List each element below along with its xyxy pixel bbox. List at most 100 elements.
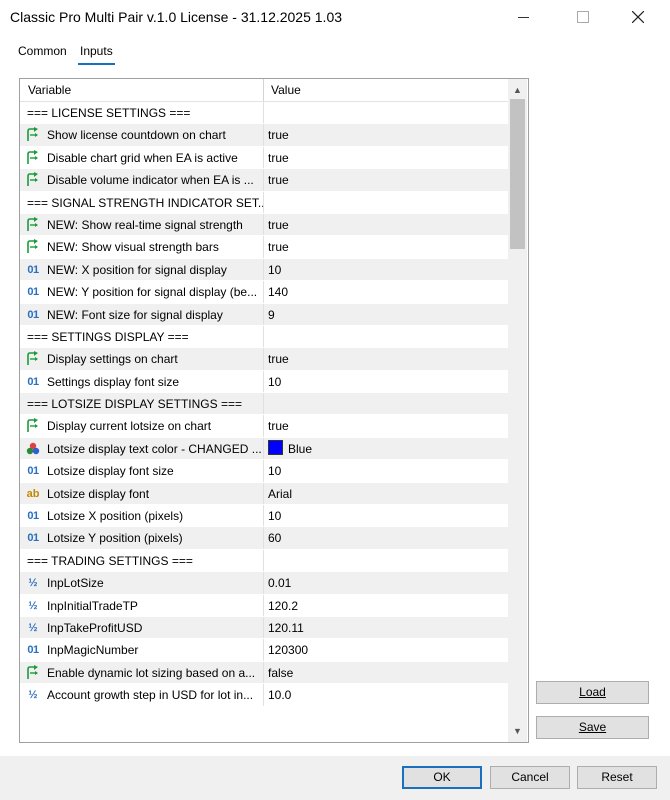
- value-cell[interactable]: true: [268, 169, 289, 191]
- table-row[interactable]: 01 Settings display font size 10: [20, 370, 508, 394]
- variable-cell: Disable chart grid when EA is active: [20, 147, 263, 168]
- value-cell[interactable]: Blue: [268, 438, 312, 460]
- variable-label: Lotsize display font: [47, 486, 150, 501]
- value-cell[interactable]: 9: [268, 304, 275, 326]
- table-row[interactable]: 01 Lotsize Y position (pixels) 60: [20, 527, 508, 550]
- table-row[interactable]: Display current lotsize on chart true: [20, 415, 508, 438]
- table-row[interactable]: 01 NEW: Font size for signal display 9: [20, 303, 508, 326]
- column-header-variable[interactable]: Variable: [28, 79, 71, 101]
- color-swatch: [268, 439, 283, 455]
- tab-common[interactable]: Common: [16, 44, 69, 63]
- vertical-scrollbar[interactable]: ▲ ▼: [508, 79, 527, 742]
- variable-cell: === TRADING SETTINGS ===: [20, 550, 263, 571]
- scroll-down-icon[interactable]: ▼: [508, 722, 527, 740]
- table-row[interactable]: 01 Lotsize display font size 10: [20, 460, 508, 483]
- table-row[interactable]: Disable volume indicator when EA is ... t…: [20, 169, 508, 192]
- section-row[interactable]: === SETTINGS DISPLAY ===: [20, 325, 508, 349]
- save-button[interactable]: Save: [536, 716, 649, 739]
- value-cell[interactable]: true: [268, 147, 289, 169]
- variable-cell: Lotsize display text color - CHANGED ...: [20, 438, 263, 459]
- variable-cell: NEW: Show real-time signal strength: [20, 214, 263, 235]
- table-row[interactable]: Enable dynamic lot sizing based on a... f…: [20, 661, 508, 685]
- column-divider: [263, 505, 264, 527]
- table-row[interactable]: 01 NEW: Y position for signal display (be…: [20, 281, 508, 304]
- variable-label: Lotsize X position (pixels): [47, 509, 184, 524]
- value-cell[interactable]: 10: [268, 505, 281, 527]
- close-button[interactable]: [615, 0, 661, 34]
- scroll-thumb[interactable]: [510, 99, 525, 249]
- column-divider: [263, 460, 264, 482]
- value-cell[interactable]: true: [268, 214, 289, 236]
- value-cell[interactable]: 10: [268, 460, 281, 482]
- section-row[interactable]: === LOTSIZE DISPLAY SETTINGS ===: [20, 393, 508, 416]
- value-cell[interactable]: 120.2: [268, 595, 298, 617]
- table-row[interactable]: 01 InpMagicNumber 120300: [20, 639, 508, 662]
- variable-cell: ab Lotsize display font: [20, 483, 263, 504]
- load-button[interactable]: Load: [536, 681, 649, 704]
- maximize-icon: [577, 11, 589, 23]
- column-divider: [263, 258, 264, 281]
- value-cell[interactable]: 10.0: [268, 684, 291, 706]
- value-cell[interactable]: 10: [268, 371, 281, 393]
- value-cell[interactable]: true: [268, 348, 289, 370]
- variable-cell: Disable volume indicator when EA is ...: [20, 169, 263, 190]
- variable-label: Display settings on chart: [47, 352, 178, 367]
- fraction-icon: ½: [28, 599, 38, 612]
- value-text: Arial: [268, 486, 293, 501]
- value-cell[interactable]: 140: [268, 281, 288, 303]
- section-row[interactable]: === LICENSE SETTINGS ===: [20, 102, 508, 125]
- green-arrow-icon: [25, 664, 41, 681]
- reset-button[interactable]: Reset: [577, 766, 657, 789]
- column-header-value[interactable]: Value: [271, 79, 301, 101]
- table-row[interactable]: Display settings on chart true: [20, 348, 508, 371]
- table-row[interactable]: NEW: Show real-time signal strength true: [20, 213, 508, 237]
- value-cell[interactable]: 120300: [268, 639, 308, 661]
- variable-cell: ½ InpInitialTradeTP: [20, 595, 263, 616]
- table-row[interactable]: ½ InpTakeProfitUSD 120.11: [20, 616, 508, 640]
- table-row[interactable]: Show license countdown on chart true: [20, 124, 508, 147]
- table-row[interactable]: NEW: Show visual strength bars true: [20, 236, 508, 259]
- variable-cell: === SIGNAL STRENGTH INDICATOR SET...: [20, 192, 263, 213]
- tab-inputs[interactable]: Inputs: [78, 44, 115, 65]
- variable-cell: 01 NEW: Font size for signal display: [20, 304, 263, 325]
- variable-cell: 01 NEW: Y position for signal display (be…: [20, 281, 263, 302]
- table-row[interactable]: ½ InpInitialTradeTP 120.2: [20, 594, 508, 617]
- minimize-button[interactable]: [500, 0, 546, 34]
- variable-label: === TRADING SETTINGS ===: [27, 553, 193, 568]
- column-divider: [263, 482, 264, 505]
- table-row[interactable]: Disable chart grid when EA is active true: [20, 146, 508, 170]
- column-divider[interactable]: [263, 79, 264, 101]
- value-cell[interactable]: 10: [268, 259, 281, 281]
- table-row[interactable]: ½ InpLotSize 0.01: [20, 572, 508, 595]
- table-row[interactable]: 01 Lotsize X position (pixels) 10: [20, 505, 508, 528]
- value-cell[interactable]: Arial: [268, 483, 292, 505]
- fraction-icon: ½: [28, 689, 38, 702]
- value-text: true: [268, 150, 289, 165]
- table-row[interactable]: Lotsize display text color - CHANGED ...…: [20, 437, 508, 461]
- section-row[interactable]: === TRADING SETTINGS ===: [20, 549, 508, 573]
- value-cell[interactable]: false: [268, 662, 293, 684]
- section-row[interactable]: === SIGNAL STRENGTH INDICATOR SET...: [20, 191, 508, 214]
- scroll-up-icon[interactable]: ▲: [508, 81, 527, 99]
- variable-label: Lotsize Y position (pixels): [47, 531, 183, 546]
- value-text: true: [268, 352, 289, 367]
- value-cell[interactable]: true: [268, 236, 289, 258]
- table-row[interactable]: 01 NEW: X position for signal display 10: [20, 258, 508, 282]
- ok-button[interactable]: OK: [402, 766, 482, 789]
- value-cell[interactable]: true: [268, 124, 289, 146]
- column-divider: [263, 281, 264, 303]
- integer-icon: 01: [27, 510, 39, 523]
- value-cell[interactable]: 0.01: [268, 572, 291, 594]
- value-cell[interactable]: true: [268, 415, 289, 437]
- table-row[interactable]: ab Lotsize display font Arial: [20, 482, 508, 506]
- save-button-label: Save: [578, 720, 607, 734]
- column-divider: [263, 639, 264, 661]
- integer-icon: 01: [27, 465, 39, 478]
- table-row[interactable]: ½ Account growth step in USD for lot in..…: [20, 684, 508, 707]
- value-cell[interactable]: 60: [268, 527, 281, 549]
- green-arrow-icon: [25, 418, 41, 434]
- value-cell[interactable]: 120.11: [268, 617, 304, 639]
- cancel-button[interactable]: Cancel: [490, 766, 570, 789]
- column-divider: [263, 616, 264, 639]
- green-arrow-icon: [25, 172, 41, 188]
